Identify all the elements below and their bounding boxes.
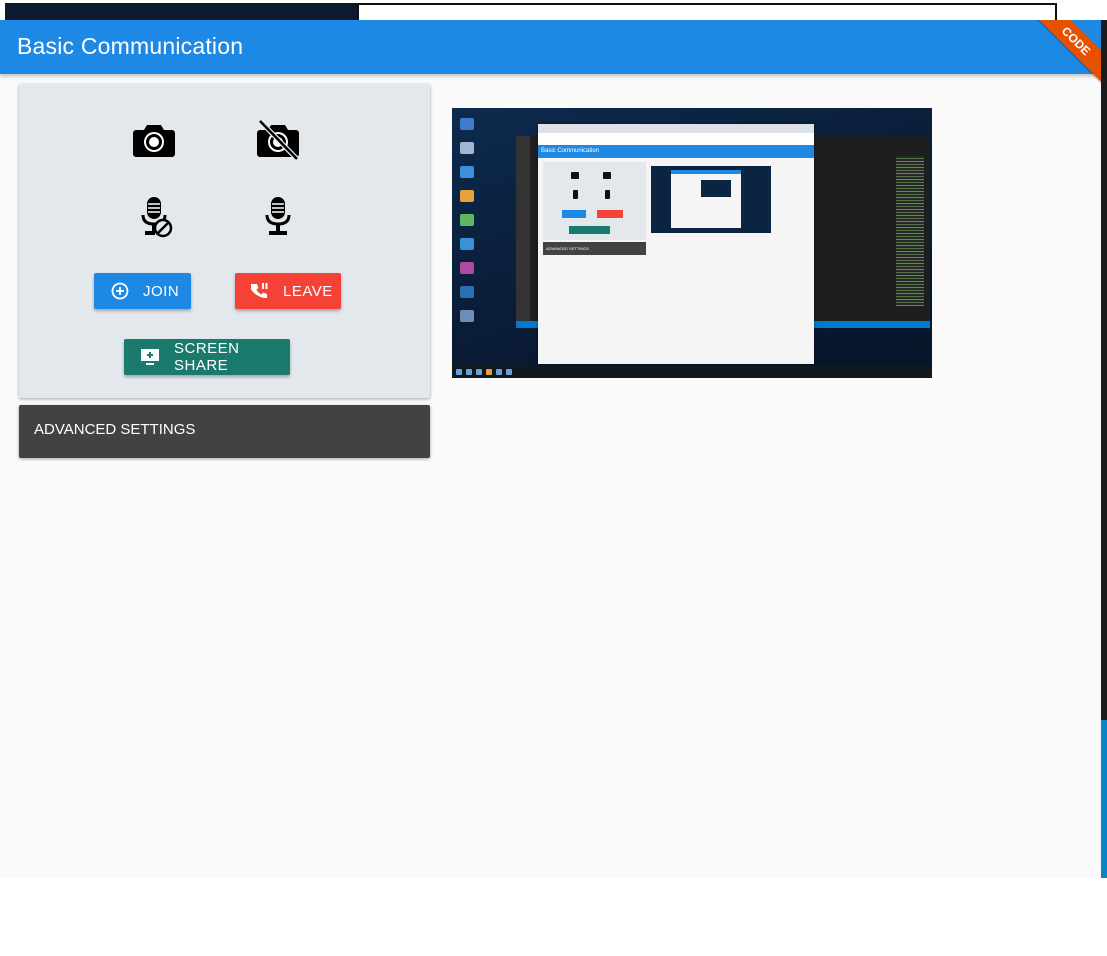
preview-app-title: Basic Communication bbox=[538, 145, 814, 158]
mic-off-button[interactable] bbox=[130, 193, 178, 241]
advanced-settings-panel[interactable]: ADVANCED SETTINGS bbox=[19, 405, 430, 458]
background-window-dark-panel bbox=[5, 3, 357, 20]
background-window-outline bbox=[357, 3, 1057, 20]
app-window: Basic Communication CODE JOIN LEAVE SCRE… bbox=[0, 20, 1101, 878]
controls-card: JOIN LEAVE SCREEN SHARE bbox=[19, 84, 430, 398]
camera-off-button[interactable] bbox=[254, 116, 302, 164]
join-label: JOIN bbox=[143, 282, 180, 300]
screen-share-button[interactable]: SCREEN SHARE bbox=[124, 339, 290, 375]
preview-desktop-icons bbox=[456, 112, 508, 362]
screen-share-label: SCREEN SHARE bbox=[174, 340, 240, 374]
preview-advanced-settings: ADVANCED SETTINGS bbox=[543, 242, 646, 255]
app-bar: Basic Communication CODE bbox=[0, 20, 1101, 88]
phone-paused-icon bbox=[251, 282, 269, 300]
join-button[interactable]: JOIN bbox=[94, 273, 191, 309]
leave-label: LEAVE bbox=[283, 282, 333, 300]
add-circle-icon bbox=[111, 282, 129, 300]
below-area bbox=[0, 878, 1107, 956]
code-ribbon-link[interactable]: CODE bbox=[1029, 20, 1101, 88]
screen-share-preview: Basic Communication ADVANCED SETTINGS bbox=[452, 108, 932, 378]
screen-share-icon bbox=[140, 348, 160, 366]
preview-browser-window: Basic Communication ADVANCED SETTINGS bbox=[538, 124, 814, 378]
preview-nested-screen bbox=[651, 166, 771, 233]
leave-button[interactable]: LEAVE bbox=[235, 273, 341, 309]
mic-muted-icon bbox=[141, 197, 173, 238]
preview-taskbar bbox=[452, 366, 932, 378]
right-window-edge bbox=[1101, 20, 1107, 880]
mic-icon bbox=[265, 197, 291, 235]
preview-controls-card bbox=[543, 162, 646, 240]
page-title: Basic Communication bbox=[17, 33, 244, 59]
mic-on-button[interactable] bbox=[254, 193, 302, 241]
camera-on-button[interactable] bbox=[130, 116, 178, 164]
camera-off-icon bbox=[257, 120, 299, 160]
camera-icon bbox=[133, 125, 175, 157]
